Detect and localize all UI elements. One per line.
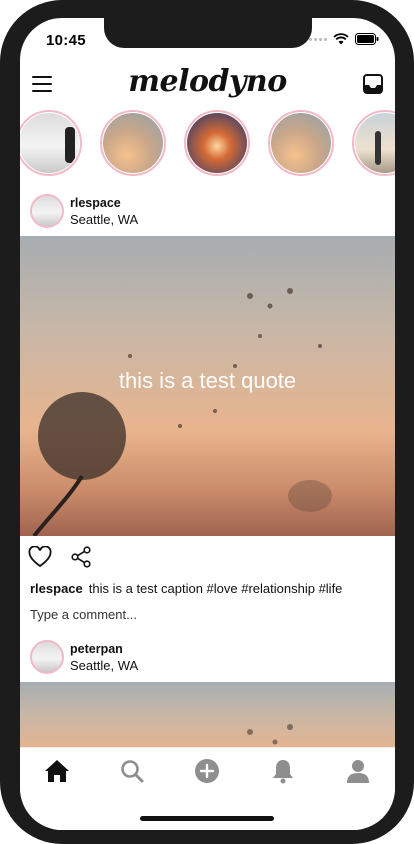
inbox-icon[interactable]	[363, 74, 383, 94]
home-indicator	[140, 816, 274, 821]
story-avatar[interactable]	[184, 110, 250, 176]
story-avatar[interactable]	[352, 110, 395, 176]
post-username[interactable]: rlespace	[70, 196, 121, 210]
home-icon[interactable]	[44, 758, 70, 784]
story-avatar[interactable]	[268, 110, 334, 176]
story-avatar[interactable]	[100, 110, 166, 176]
avatar[interactable]	[30, 194, 64, 228]
device-notch	[104, 18, 312, 48]
caption-text: this is a test caption #love #relationsh…	[88, 581, 343, 596]
post-image[interactable]	[20, 682, 395, 752]
avatar[interactable]	[30, 640, 64, 674]
wifi-icon	[333, 33, 349, 45]
stories-row	[20, 110, 395, 184]
profile-icon[interactable]	[345, 758, 371, 784]
post-caption: rlespace this is a test caption #love #re…	[30, 581, 342, 596]
signal-dots-icon	[309, 37, 327, 41]
caption-username[interactable]: rlespace	[30, 581, 83, 596]
add-icon[interactable]	[194, 758, 220, 784]
post-username[interactable]: peterpan	[70, 642, 123, 656]
post-quote: this is a test quote	[118, 368, 297, 393]
app-logo: melodyno	[128, 64, 287, 99]
phone-screen: 10:45 melodyno rlespace Seattle, WA this…	[20, 18, 395, 830]
battery-icon	[355, 33, 379, 45]
post-location: Seattle, WA	[70, 212, 139, 227]
share-icon[interactable]	[70, 546, 92, 568]
search-icon[interactable]	[119, 758, 145, 784]
post-header: rlespace Seattle, WA	[20, 194, 395, 238]
app-header: melodyno	[20, 64, 395, 106]
story-avatar[interactable]	[20, 110, 82, 176]
comment-input[interactable]	[30, 607, 370, 622]
dandelion-illustration	[247, 724, 293, 745]
post-actions	[28, 546, 92, 568]
bell-icon[interactable]	[270, 758, 296, 784]
heart-icon[interactable]	[28, 546, 52, 568]
post-header: peterpan Seattle, WA	[20, 640, 395, 684]
post-location: Seattle, WA	[70, 658, 139, 673]
status-icons	[309, 33, 379, 45]
status-time: 10:45	[46, 32, 86, 49]
post-image[interactable]: this is a test quote	[20, 236, 395, 536]
